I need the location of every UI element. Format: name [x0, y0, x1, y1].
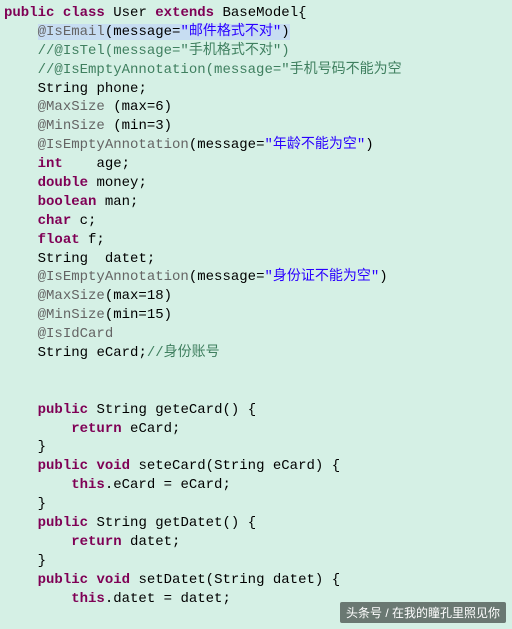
attr-max: (max=18)	[105, 288, 172, 304]
type-string: String	[38, 81, 88, 97]
type-string: String	[38, 345, 88, 361]
comment-isempty: //@IsEmptyAnnotation(message="手机号码不能为空	[38, 62, 402, 78]
keyword-this: this	[71, 477, 105, 493]
keyword-public: public	[38, 458, 88, 474]
annotation-maxsize: @MaxSize	[38, 288, 105, 304]
string-email: "邮件格式不对"	[180, 24, 281, 40]
return-val: eCard;	[130, 421, 180, 437]
method-getecard: geteCard()	[155, 402, 239, 418]
brace: {	[248, 402, 256, 418]
keyword-void: void	[96, 572, 130, 588]
keyword-void: void	[96, 458, 130, 474]
keyword-return: return	[71, 534, 121, 550]
keyword-public: public	[38, 402, 88, 418]
brace: {	[332, 572, 340, 588]
attr-min: (min=3)	[113, 118, 172, 134]
keyword-return: return	[71, 421, 121, 437]
field-ecard: eCard;	[96, 345, 146, 361]
keyword-public: public	[38, 515, 88, 531]
keyword-char: char	[38, 213, 72, 229]
paren: (	[189, 137, 197, 153]
comment-idacct: //身份账号	[147, 345, 220, 361]
brace: {	[332, 458, 340, 474]
field-man: man;	[105, 194, 139, 210]
annotation-minsize: @MinSize	[38, 118, 105, 134]
keyword-extends: extends	[155, 5, 214, 21]
string-age: "年龄不能为空"	[264, 137, 365, 153]
watermark-text: 头条号 / 在我的瞳孔里照见你	[340, 602, 506, 623]
classname: User	[113, 5, 147, 21]
field-phone: phone;	[96, 81, 146, 97]
field-money: money;	[96, 175, 146, 191]
annotation-isempty: @IsEmptyAnnotation	[38, 269, 189, 285]
keyword-double: double	[38, 175, 88, 191]
attr-message: message	[197, 137, 256, 153]
keyword-float: float	[38, 232, 80, 248]
brace: {	[248, 515, 256, 531]
code-block: public class User extends BaseModel{ @Is…	[0, 0, 512, 609]
field-age: age;	[96, 156, 130, 172]
attr-message: message	[113, 24, 172, 40]
method-setdatet: setDatet(String datet)	[138, 572, 323, 588]
keyword-boolean: boolean	[38, 194, 97, 210]
type-string: String	[38, 251, 88, 267]
attr-max: (max=6)	[113, 99, 172, 115]
comment-istel: //@IsTel(message="手机格式不对")	[38, 43, 290, 59]
brace: {	[298, 5, 306, 21]
keyword-public: public	[38, 572, 88, 588]
annotation-minsize: @MinSize	[38, 307, 105, 323]
annotation-isidcard: @IsIdCard	[38, 326, 114, 342]
paren: )	[379, 269, 387, 285]
keyword-this: this	[71, 591, 105, 607]
return-val: datet;	[130, 534, 180, 550]
annotation-isempty: @IsEmptyAnnotation	[38, 137, 189, 153]
string-idcard: "身份证不能为空"	[264, 269, 379, 285]
assign: .eCard = eCard;	[105, 477, 231, 493]
annotation-isemail: @IsEmail	[38, 24, 105, 40]
assign: .datet = datet;	[105, 591, 231, 607]
keyword-class: class	[63, 5, 105, 21]
return-type: String	[96, 402, 146, 418]
brace: }	[38, 496, 46, 512]
brace: }	[38, 439, 46, 455]
method-getdatet: getDatet()	[155, 515, 239, 531]
return-type: String	[96, 515, 146, 531]
base-class: BaseModel	[222, 5, 298, 21]
paren: (	[189, 269, 197, 285]
field-c: c;	[80, 213, 97, 229]
annotation-maxsize: @MaxSize	[38, 99, 105, 115]
keyword-public: public	[4, 5, 54, 21]
field-f: f;	[88, 232, 105, 248]
attr-min: (min=15)	[105, 307, 172, 323]
attr-message: message	[197, 269, 256, 285]
paren: )	[365, 137, 373, 153]
method-setecard: seteCard(String eCard)	[138, 458, 323, 474]
keyword-int: int	[38, 156, 63, 172]
field-datet: datet;	[105, 251, 155, 267]
paren: (	[105, 24, 113, 40]
paren: )	[281, 24, 289, 40]
brace: }	[38, 553, 46, 569]
